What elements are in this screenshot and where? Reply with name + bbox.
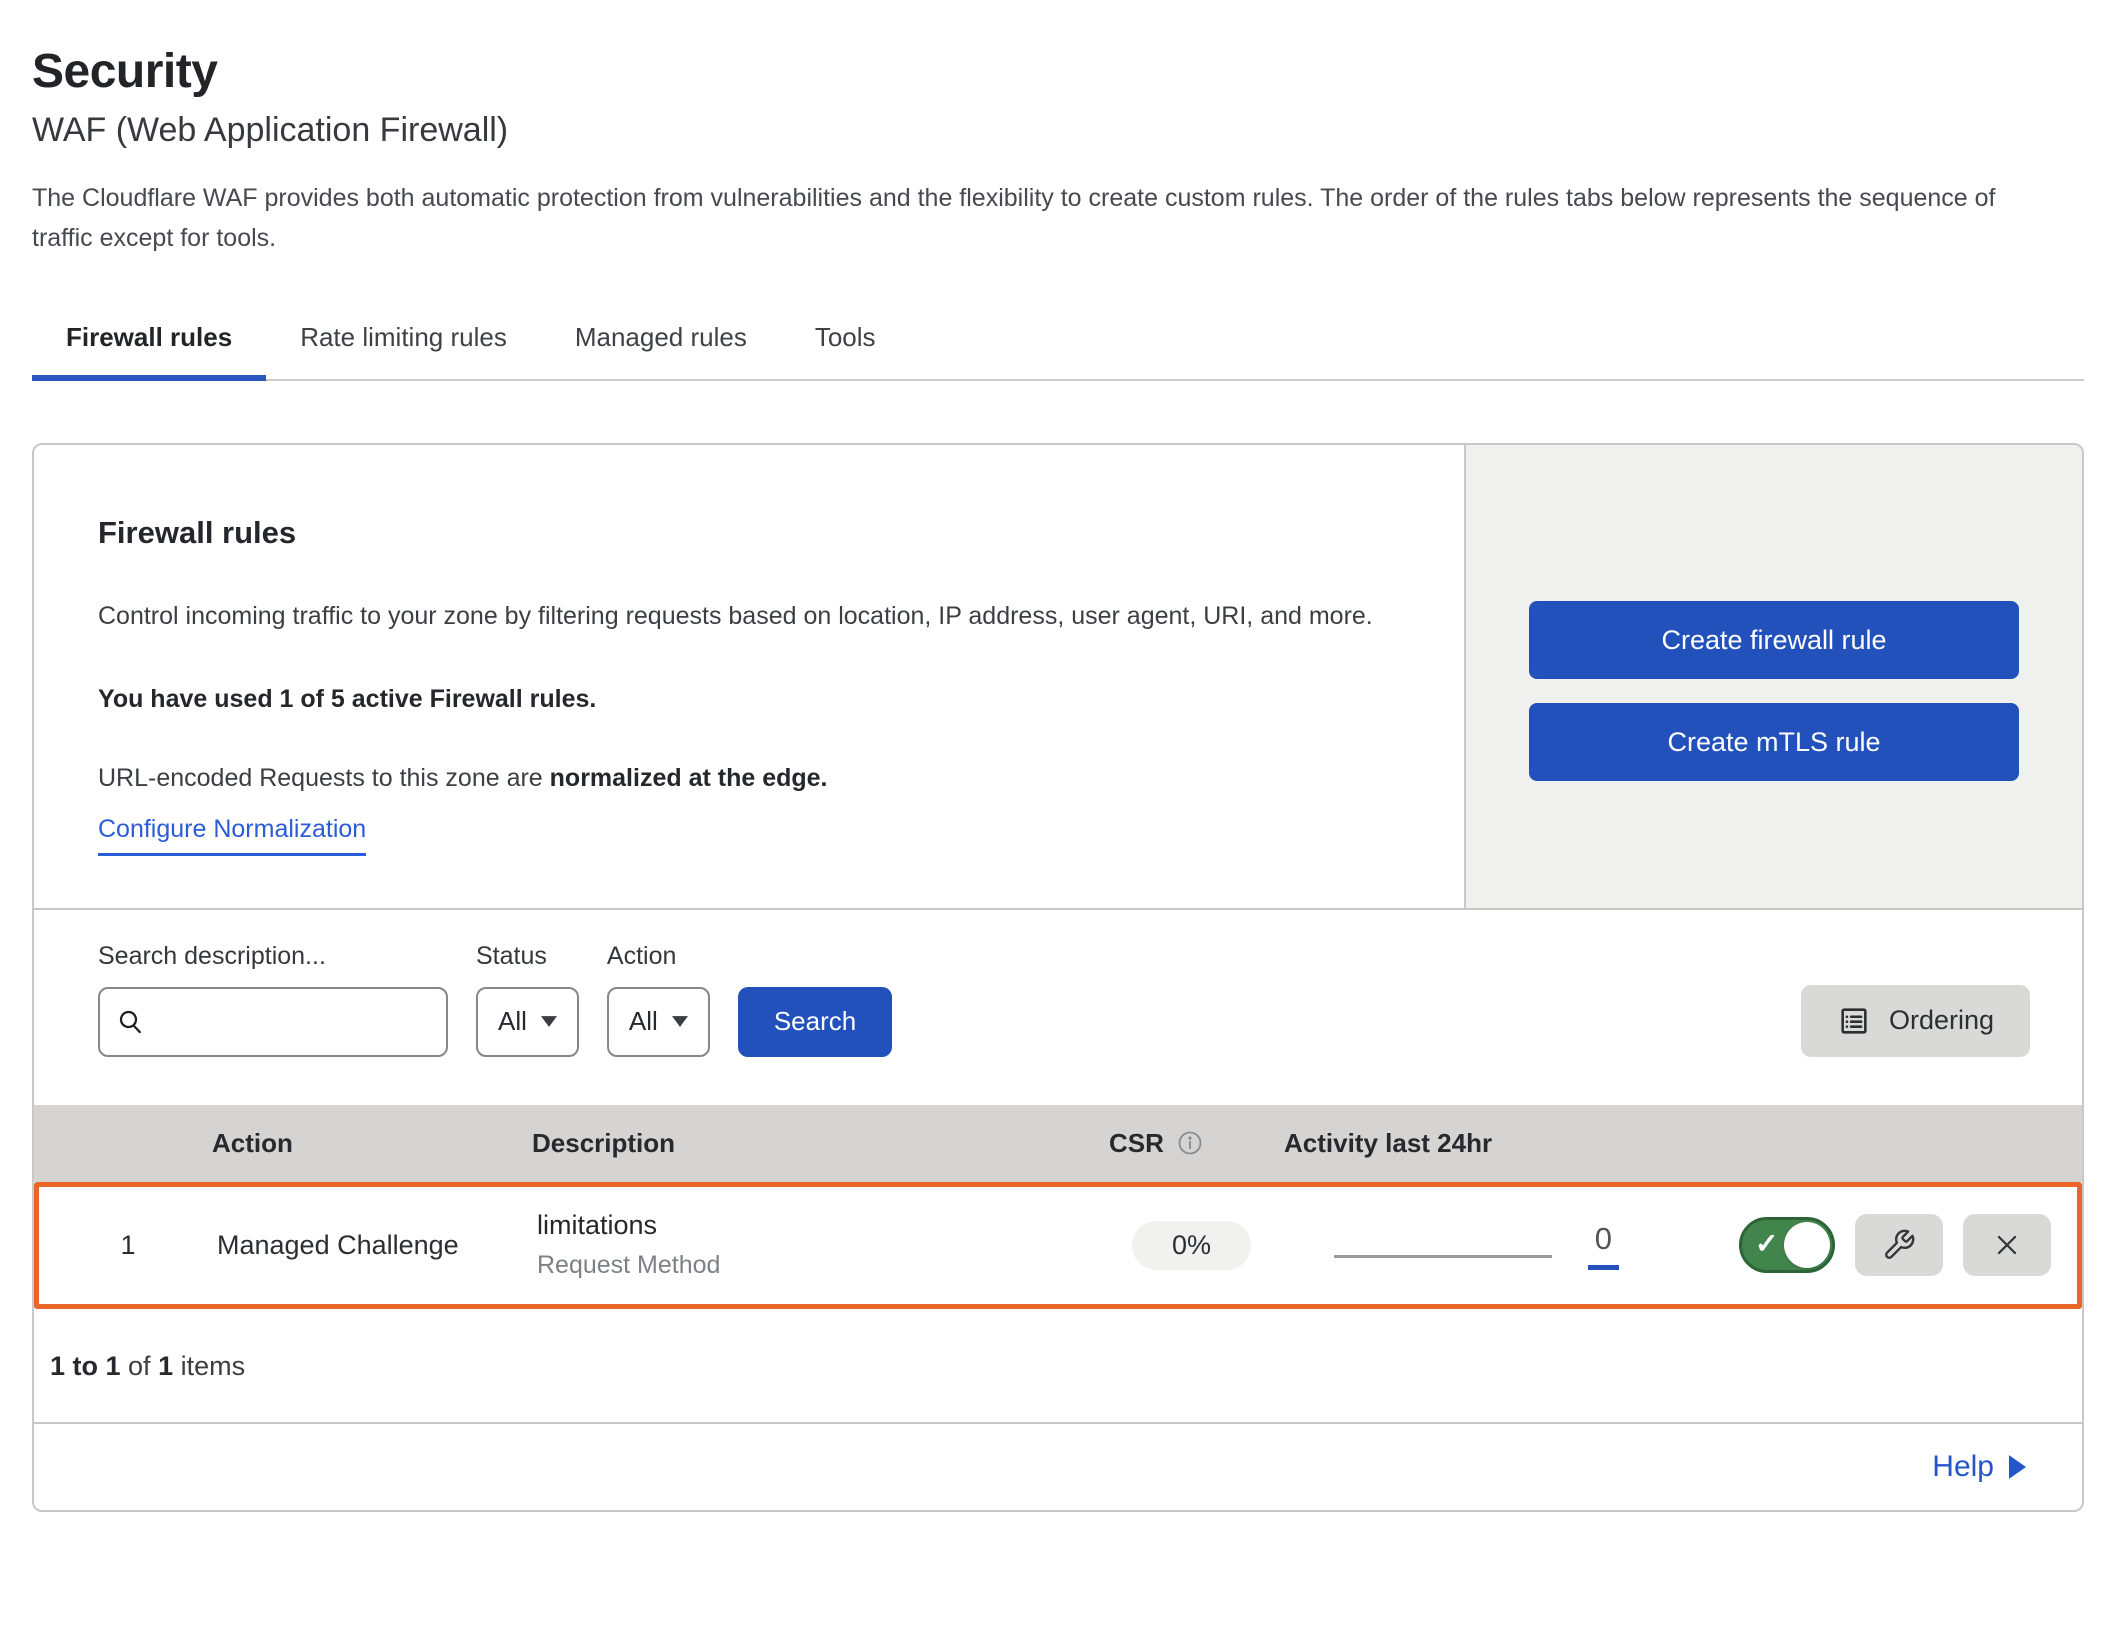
chevron-down-icon <box>672 1016 688 1027</box>
filter-bar: Search description... Status All <box>34 908 2082 1105</box>
security-waf-page: Security WAF (Web Application Firewall) … <box>0 0 2114 1512</box>
action-value: All <box>629 1006 658 1037</box>
x-icon <box>1991 1229 2023 1261</box>
rule-enabled-toggle[interactable]: ✓ <box>1739 1217 1835 1273</box>
header-description: Description <box>532 1128 1089 1159</box>
delete-rule-button[interactable] <box>1963 1214 2051 1276</box>
search-group: Search description... <box>98 942 448 1057</box>
search-input[interactable] <box>156 1006 430 1037</box>
status-filter-group: Status All <box>476 942 579 1057</box>
search-button[interactable]: Search <box>738 987 892 1057</box>
firewall-rules-card: Firewall rules Control incoming traffic … <box>32 443 2084 1512</box>
status-dropdown[interactable]: All <box>476 987 579 1057</box>
action-dropdown[interactable]: All <box>607 987 710 1057</box>
header-csr: CSR <box>1089 1128 1284 1159</box>
check-icon: ✓ <box>1755 1227 1778 1260</box>
page-title: Security <box>32 44 2084 99</box>
search-label: Search description... <box>98 942 448 971</box>
activity-count-link[interactable]: 0 <box>1588 1221 1619 1270</box>
configure-normalization-link[interactable]: Configure Normalization <box>98 815 366 856</box>
rule-priority: 1 <box>39 1230 217 1261</box>
chevron-down-icon <box>541 1016 557 1027</box>
card-description: Control incoming traffic to your zone by… <box>98 595 1404 639</box>
tab-firewall-rules[interactable]: Firewall rules <box>32 302 266 379</box>
edit-rule-button[interactable] <box>1855 1214 1943 1276</box>
page-subtitle: WAF (Web Application Firewall) <box>32 111 2084 150</box>
card-heading: Firewall rules <box>98 515 1404 551</box>
list-icon <box>1837 1004 1871 1038</box>
tab-tools[interactable]: Tools <box>781 302 910 379</box>
create-firewall-rule-button[interactable]: Create firewall rule <box>1529 601 2019 679</box>
page-description: The Cloudflare WAF provides both automat… <box>32 178 2052 258</box>
search-icon <box>116 1007 146 1037</box>
activity-sparkline <box>1334 1255 1552 1258</box>
card-actions-panel: Create firewall rule Create mTLS rule <box>1464 445 2082 908</box>
rule-expression: Request Method <box>537 1251 1094 1280</box>
rule-description-cell: limitations Request Method <box>537 1210 1094 1280</box>
csr-badge: 0% <box>1132 1221 1251 1270</box>
status-label: Status <box>476 942 579 971</box>
waf-tabbar: Firewall rules Rate limiting rules Manag… <box>32 302 2084 381</box>
search-box <box>98 987 448 1057</box>
firewall-rule-row[interactable]: 1 Managed Challenge limitations Request … <box>34 1182 2082 1309</box>
action-filter-group: Action All <box>607 942 710 1057</box>
rule-controls: ✓ <box>1739 1214 2079 1276</box>
tab-rate-limiting-rules[interactable]: Rate limiting rules <box>266 302 541 379</box>
help-row: Help <box>34 1422 2082 1510</box>
rule-description: limitations <box>537 1210 1094 1241</box>
tab-label: Tools <box>815 322 876 352</box>
ordering-button[interactable]: Ordering <box>1801 985 2030 1057</box>
rule-csr-cell: 0% <box>1094 1221 1289 1270</box>
action-label: Action <box>607 942 710 971</box>
status-value: All <box>498 1006 527 1037</box>
wrench-icon <box>1882 1228 1916 1262</box>
table-header: Action Description CSR Activity last 24h… <box>34 1105 2082 1182</box>
help-link[interactable]: Help <box>1932 1450 2026 1484</box>
tab-label: Rate limiting rules <box>300 322 507 352</box>
ordering-button-label: Ordering <box>1889 1005 1994 1036</box>
normalization-note: URL-encoded Requests to this zone are no… <box>98 764 1404 793</box>
help-label: Help <box>1932 1450 1994 1484</box>
header-action: Action <box>212 1128 532 1159</box>
usage-summary: You have used 1 of 5 active Firewall rul… <box>98 685 1404 714</box>
firewall-rules-info: Firewall rules Control incoming traffic … <box>34 445 1464 908</box>
tab-label: Firewall rules <box>66 322 232 352</box>
pagination-summary: 1 to 1 of 1 items <box>34 1309 2082 1422</box>
tab-managed-rules[interactable]: Managed rules <box>541 302 781 379</box>
info-icon[interactable] <box>1176 1129 1204 1157</box>
rule-action: Managed Challenge <box>217 1230 537 1261</box>
rule-activity-cell: 0 <box>1289 1221 1739 1270</box>
tab-label: Managed rules <box>575 322 747 352</box>
header-activity: Activity last 24hr <box>1284 1128 1734 1159</box>
toggle-knob <box>1784 1222 1830 1268</box>
firewall-rules-summary: Firewall rules Control incoming traffic … <box>34 445 2082 908</box>
triangle-right-icon <box>2009 1455 2026 1479</box>
create-mtls-rule-button[interactable]: Create mTLS rule <box>1529 703 2019 781</box>
